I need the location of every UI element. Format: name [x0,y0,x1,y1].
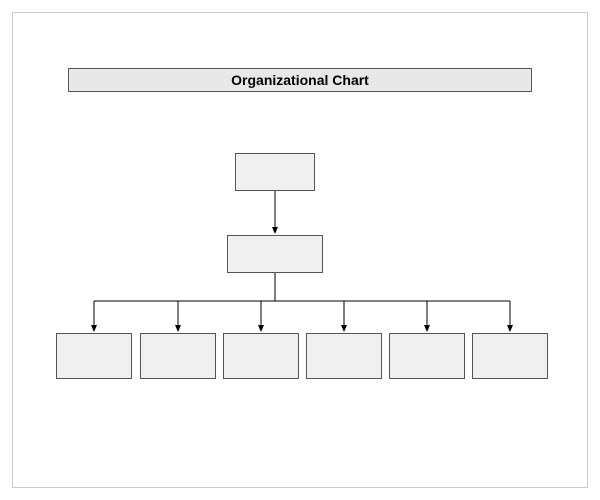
org-node-bottom-4 [306,333,382,379]
org-node-bottom-6 [472,333,548,379]
chart-title: Organizational Chart [231,72,369,88]
org-node-bottom-2 [140,333,216,379]
org-node-bottom-5 [389,333,465,379]
org-node-bottom-3 [223,333,299,379]
org-node-top [235,153,315,191]
chart-title-bar: Organizational Chart [68,68,532,92]
document-frame: Organizational Chart [12,12,588,488]
org-node-bottom-1 [56,333,132,379]
org-node-second [227,235,323,273]
